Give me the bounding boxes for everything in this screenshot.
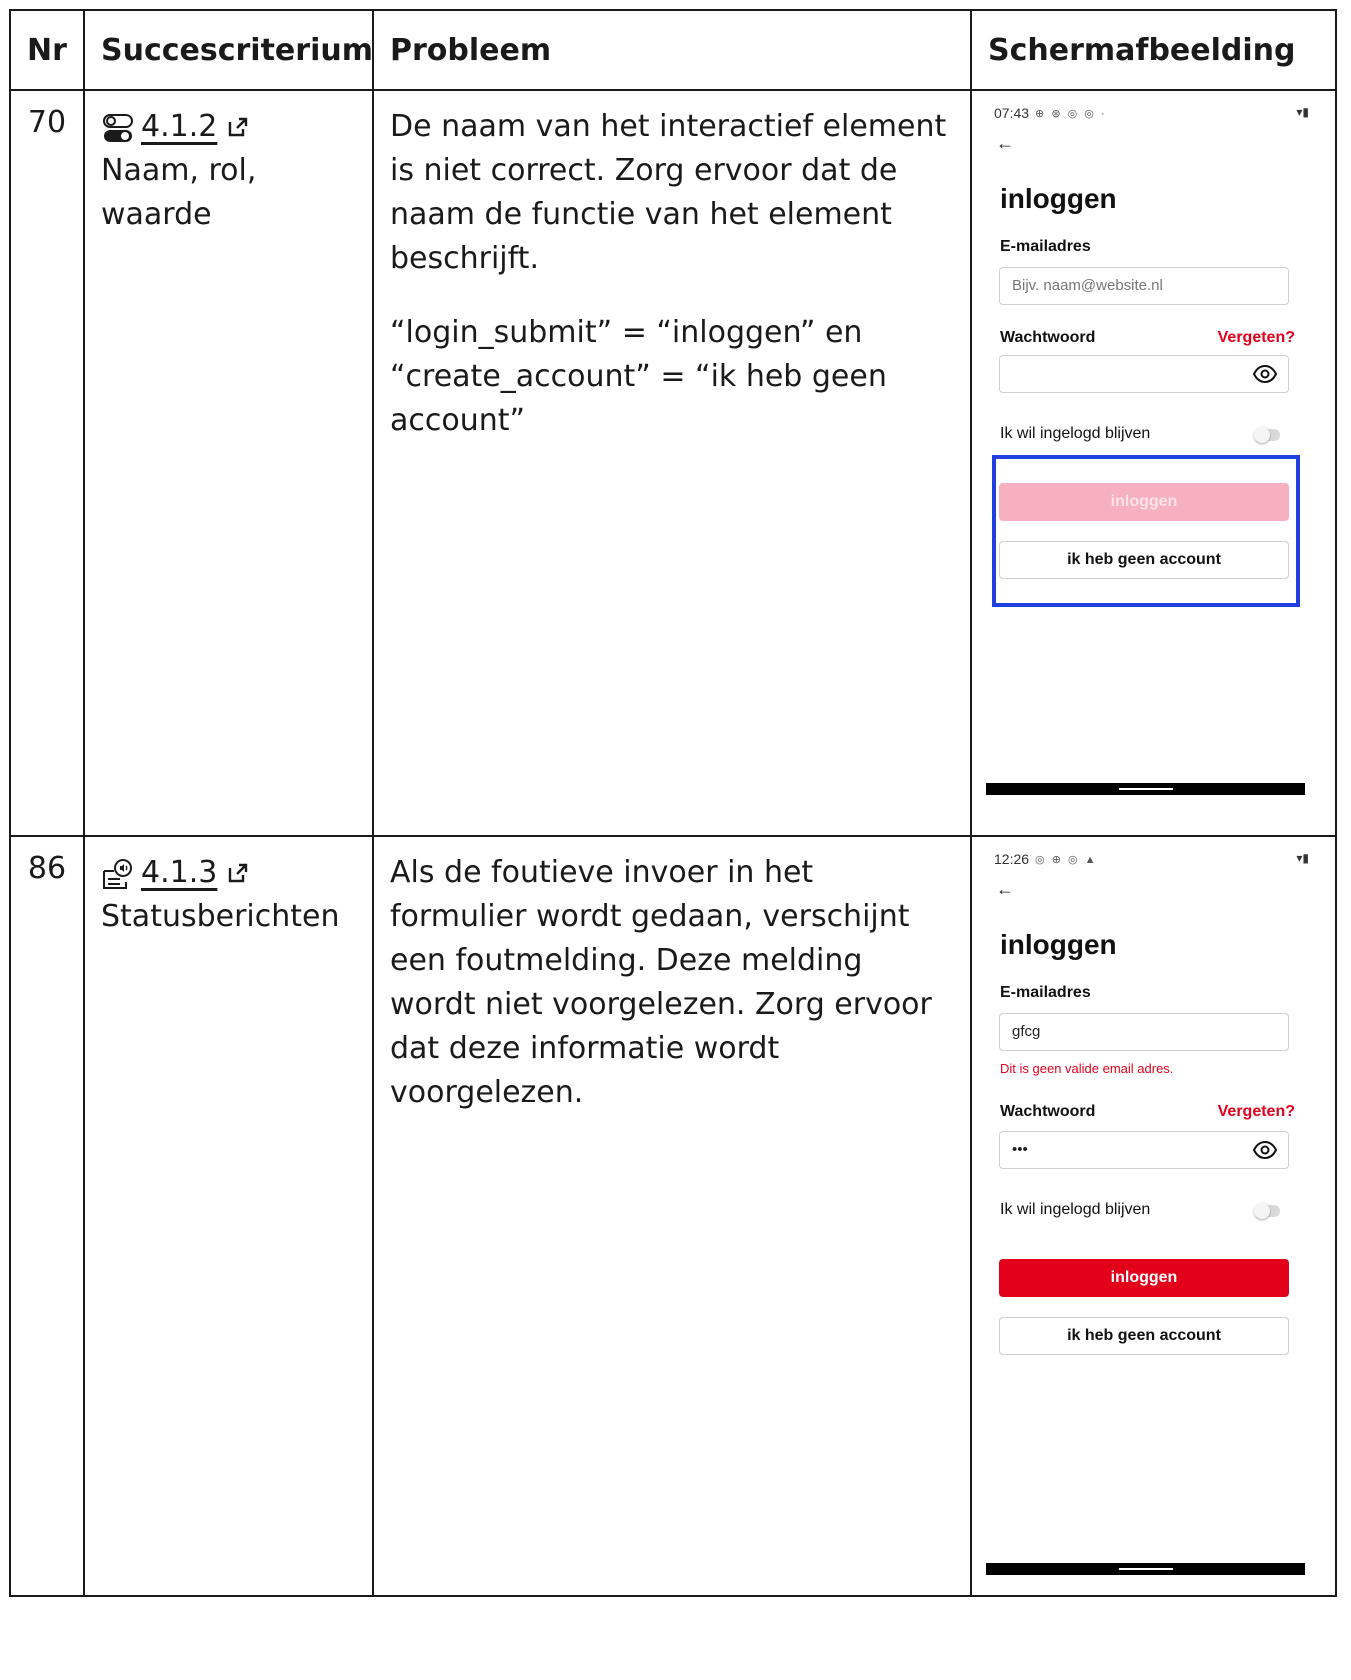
issue-number: 86 bbox=[9, 835, 85, 1597]
notification-icons: ◎ ⊕ ◎ ▲ bbox=[1035, 853, 1098, 866]
status-time: 12:26 bbox=[994, 851, 1030, 867]
issue-number: 70 bbox=[9, 89, 85, 837]
criterion-cell: 4.1.3 Statusberichten bbox=[83, 835, 374, 1597]
back-arrow-icon[interactable]: ← bbox=[996, 879, 1014, 900]
problem-cell: Als de foutieve invoer in het formulier … bbox=[372, 835, 972, 1597]
email-field[interactable]: Bijv. naam@website.nl bbox=[999, 267, 1289, 305]
highlight-box bbox=[992, 455, 1300, 607]
table-row: 86 4.1.3 Statusberichten Als de foutieve… bbox=[9, 835, 1337, 1597]
problem-text: Als de foutieve invoer in het formulier … bbox=[390, 855, 932, 1110]
status-message-icon bbox=[103, 858, 132, 889]
table-header-row: Nr Succescriterium Probleem Schermafbeel… bbox=[9, 9, 1337, 91]
criterion-link-4-1-2[interactable]: 4.1.2 bbox=[141, 105, 249, 149]
wifi-battery-icon: ▾▮ bbox=[1296, 851, 1309, 865]
password-label: Wachtwoord bbox=[1000, 1103, 1096, 1120]
phone-screenshot: 12:26 ◎ ⊕ ◎ ▲ ▾▮ ← inloggen E-mailadres … bbox=[972, 837, 1333, 1595]
notification-icons: ⊕ ⊛ ◎ ◎ · bbox=[1035, 107, 1107, 120]
email-field[interactable]: gfcg bbox=[999, 1013, 1289, 1051]
problem-text: De naam van het interactief element is n… bbox=[390, 109, 947, 276]
criterion-link-4-1-3[interactable]: 4.1.3 bbox=[141, 851, 249, 895]
email-label: E-mailadres bbox=[1000, 238, 1091, 255]
problem-text: “login_submit” = “inloggen” en “create_a… bbox=[390, 315, 887, 438]
toggle-switch-icon bbox=[103, 113, 133, 142]
criterion-name: Naam, rol, waarde bbox=[101, 153, 257, 232]
password-field[interactable]: ••• bbox=[999, 1131, 1289, 1169]
status-time: 07:43 bbox=[994, 105, 1030, 121]
criterion-number: 4.1.3 bbox=[141, 855, 218, 890]
navigation-bar bbox=[986, 783, 1305, 795]
login-button[interactable]: inloggen bbox=[999, 1259, 1289, 1297]
remember-me-label: Ik wil ingelogd blijven bbox=[1000, 1201, 1151, 1218]
phone-screenshot: 07:43 ⊕ ⊛ ◎ ◎ · ▾▮ ← inloggen E-mailadre… bbox=[972, 91, 1333, 835]
no-account-button[interactable]: ik heb geen account bbox=[999, 1317, 1289, 1355]
status-bar: 12:26 ◎ ⊕ ◎ ▲ bbox=[994, 851, 1098, 867]
wifi-battery-icon: ▾▮ bbox=[1296, 105, 1309, 119]
forgot-password-link[interactable]: Vergeten? bbox=[1218, 329, 1295, 347]
password-label: Wachtwoord bbox=[1000, 329, 1096, 346]
header-criterion: Succescriterium bbox=[83, 9, 374, 91]
password-value: ••• bbox=[1012, 1141, 1028, 1158]
criterion-cell: 4.1.2 Naam, rol, waarde bbox=[83, 89, 374, 837]
email-error-message: Dit is geen valide email adres. bbox=[1000, 1061, 1174, 1076]
back-arrow-icon[interactable]: ← bbox=[996, 133, 1014, 154]
header-problem: Probleem bbox=[372, 9, 972, 91]
remember-me-toggle[interactable] bbox=[1254, 427, 1280, 443]
email-label: E-mailadres bbox=[1000, 984, 1091, 1001]
header-nr: Nr bbox=[9, 9, 85, 91]
navigation-bar bbox=[986, 1563, 1305, 1575]
screen-title: inloggen bbox=[1000, 929, 1117, 960]
issues-table: Nr Succescriterium Probleem Schermafbeel… bbox=[9, 9, 1337, 1597]
problem-cell: De naam van het interactief element is n… bbox=[372, 89, 972, 837]
eye-icon[interactable] bbox=[1252, 362, 1278, 386]
forgot-password-link[interactable]: Vergeten? bbox=[1218, 1103, 1295, 1121]
header-screenshot: Schermafbeelding bbox=[970, 9, 1337, 91]
remember-me-label: Ik wil ingelogd blijven bbox=[1000, 425, 1151, 442]
status-bar: 07:43 ⊕ ⊛ ◎ ◎ · bbox=[994, 105, 1107, 121]
password-field[interactable] bbox=[999, 355, 1289, 393]
criterion-name: Statusberichten bbox=[101, 899, 340, 934]
criterion-number: 4.1.2 bbox=[141, 109, 218, 144]
screen-title: inloggen bbox=[1000, 183, 1117, 214]
external-link-icon bbox=[229, 863, 248, 883]
remember-me-toggle[interactable] bbox=[1254, 1203, 1280, 1219]
external-link-icon bbox=[229, 117, 248, 137]
screenshot-cell: 07:43 ⊕ ⊛ ◎ ◎ · ▾▮ ← inloggen E-mailadre… bbox=[970, 89, 1337, 837]
screenshot-cell: 12:26 ◎ ⊕ ◎ ▲ ▾▮ ← inloggen E-mailadres … bbox=[970, 835, 1337, 1597]
eye-icon[interactable] bbox=[1252, 1138, 1278, 1162]
table-row: 70 4.1.2 Naam, rol, waarde De naam van h… bbox=[9, 89, 1337, 837]
